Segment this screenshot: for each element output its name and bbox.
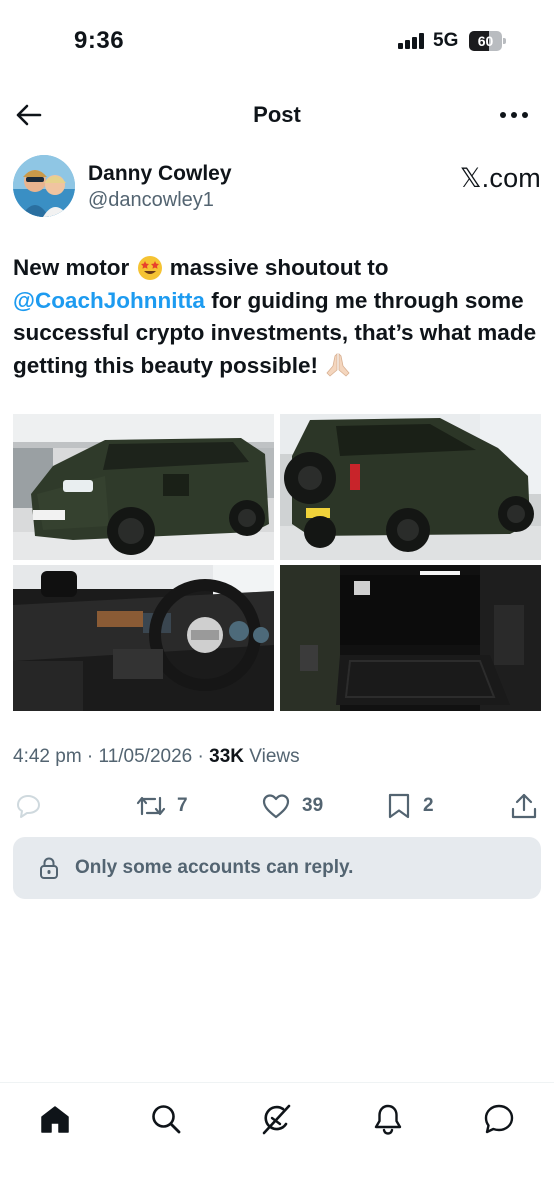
tab-messages[interactable]	[473, 1099, 525, 1139]
signal-icon	[398, 33, 426, 49]
mention-link[interactable]: @CoachJohnnitta	[13, 288, 205, 313]
more-horizontal-icon	[500, 112, 528, 118]
repost-button[interactable]: 7	[136, 786, 188, 826]
share-icon	[511, 793, 537, 819]
search-icon	[152, 1105, 181, 1134]
post-text: New motor massive shoutout to @CoachJohn…	[13, 252, 543, 382]
battery-icon: 60	[469, 31, 506, 51]
post-meta: 4:42 pm · 11/05/2026 · 33K Views	[13, 746, 300, 768]
status-time: 9:36	[74, 27, 125, 54]
post-time: 4:42 pm	[13, 746, 82, 767]
heart-icon	[262, 794, 290, 819]
tab-home[interactable]	[29, 1099, 81, 1139]
arrow-left-icon	[16, 104, 42, 126]
message-icon	[484, 1104, 514, 1134]
like-count: 39	[302, 795, 324, 816]
more-button[interactable]	[492, 100, 536, 130]
tab-search[interactable]	[140, 1099, 192, 1139]
back-button[interactable]	[12, 100, 46, 130]
reply-button[interactable]	[14, 786, 42, 826]
avatar[interactable]	[13, 155, 75, 217]
author-handle[interactable]: @dancowley1	[88, 189, 214, 212]
action-bar: 7 39 2	[0, 786, 554, 826]
meta-separator-2: ·	[192, 746, 210, 767]
post-text-part-2: massive shoutout to	[163, 255, 389, 280]
reply-restriction-text: Only some accounts can reply.	[75, 857, 354, 878]
lock-icon	[40, 857, 58, 879]
star-struck-emoji-icon	[137, 256, 162, 280]
repost-count: 7	[177, 795, 188, 816]
post-header: Post	[0, 90, 554, 140]
source-label: 𝕏.com	[459, 163, 541, 193]
tab-notifications[interactable]	[362, 1099, 414, 1139]
views-count: 33K	[209, 746, 244, 767]
post-author: Danny Cowley @dancowley1 𝕏.com	[13, 155, 541, 219]
reply-restriction-banner: Only some accounts can reply.	[13, 837, 541, 899]
grok-icon	[262, 1104, 291, 1135]
bookmark-button[interactable]: 2	[386, 786, 434, 826]
repost-icon	[136, 796, 166, 816]
page-title: Post	[253, 102, 301, 127]
tab-grok[interactable]	[250, 1099, 302, 1139]
home-icon	[41, 1106, 69, 1133]
bookmark-count: 2	[423, 795, 434, 816]
bottom-tab-bar	[0, 1082, 554, 1200]
post-text-part-1: New motor	[13, 255, 136, 280]
media-photo-interior[interactable]	[13, 565, 274, 711]
views-label: Views	[243, 746, 300, 767]
reply-icon	[17, 795, 40, 818]
media-grid	[13, 414, 541, 711]
folded-hands-emoji-icon	[326, 352, 350, 377]
bookmark-icon	[388, 793, 410, 819]
post-date: 11/05/2026	[98, 746, 193, 767]
media-photo-cargo[interactable]	[280, 565, 541, 711]
share-button[interactable]	[510, 786, 538, 826]
media-photo-front[interactable]	[13, 414, 274, 560]
like-button[interactable]: 39	[261, 786, 323, 826]
bell-icon	[374, 1104, 402, 1135]
status-bar: 9:36 5G 60	[0, 0, 554, 82]
author-name[interactable]: Danny Cowley	[88, 162, 232, 186]
meta-separator: ·	[81, 746, 99, 767]
network-label: 5G	[433, 30, 459, 51]
media-photo-rear[interactable]	[280, 414, 541, 560]
battery-percent: 60	[477, 33, 494, 49]
